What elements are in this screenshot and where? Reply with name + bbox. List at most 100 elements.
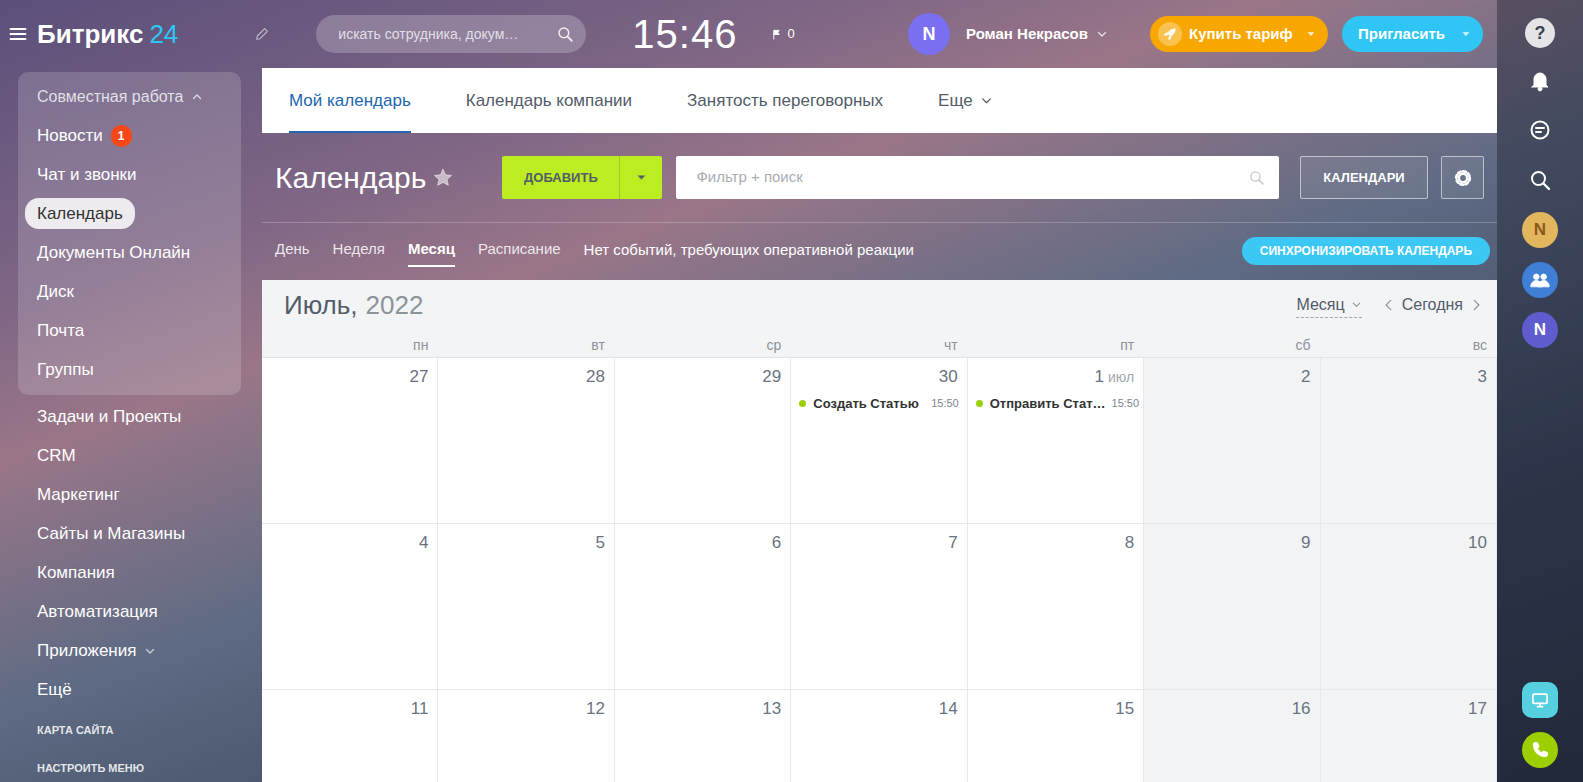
day-cell[interactable]: 27 — [262, 358, 438, 524]
calendar-event[interactable]: Создать Статью15:50 — [791, 392, 966, 416]
next-icon[interactable] — [1469, 298, 1483, 312]
buy-tariff-button[interactable]: Купить тариф — [1150, 16, 1328, 52]
previous-icon[interactable] — [1382, 298, 1396, 312]
day-cell[interactable]: 16 — [1144, 690, 1320, 782]
sidebar-group-header[interactable]: Совместная работа — [18, 78, 241, 116]
sidebar-item[interactable]: Почта — [18, 311, 241, 350]
calendar-tab[interactable]: Мой календарь — [289, 68, 411, 133]
sidebar-item-label[interactable]: Задачи и Проекты — [37, 404, 181, 430]
sidebar-item[interactable]: Приложения — [18, 631, 241, 670]
logo-name: Битрикс — [37, 19, 143, 49]
day-cell[interactable]: 11 — [262, 690, 438, 782]
view-tab[interactable]: Расписание — [478, 234, 561, 267]
sidebar-item-label[interactable]: Календарь — [25, 198, 135, 230]
chat-button[interactable] — [1522, 112, 1558, 148]
search-button[interactable] — [1522, 162, 1558, 198]
sidebar-item-label[interactable]: Документы Онлайн — [37, 240, 190, 266]
menu-icon[interactable] — [8, 24, 28, 44]
sidebar-item[interactable]: CRM — [18, 436, 241, 475]
sidebar-footer: КАРТА САЙТА НАСТРОИТЬ МЕНЮ — [18, 722, 241, 776]
day-cell[interactable]: 6 — [615, 524, 791, 690]
day-cell[interactable]: 4 — [262, 524, 438, 690]
settings-button[interactable] — [1441, 156, 1484, 199]
day-cell[interactable]: 1июлОтправить Стат…15:50 — [968, 358, 1144, 524]
sidebar-item[interactable]: Маркетинг — [18, 475, 241, 514]
sidebar-item-label[interactable]: Новости — [37, 123, 103, 149]
day-cell[interactable]: 29 — [615, 358, 791, 524]
view-tab[interactable]: День — [275, 234, 310, 267]
help-button[interactable]: ? — [1525, 18, 1555, 48]
calendars-button[interactable]: КАЛЕНДАРИ — [1300, 156, 1428, 199]
calendar-tab[interactable]: Календарь компании — [466, 68, 632, 133]
day-cell[interactable]: 5 — [438, 524, 614, 690]
sidebar-item[interactable]: Группы — [18, 350, 241, 389]
calendar-tab[interactable]: Занятость переговорных — [687, 68, 883, 133]
contact-avatar[interactable]: N — [1522, 212, 1558, 248]
invite-button[interactable]: Пригласить — [1342, 16, 1483, 52]
day-cell[interactable]: 2 — [1144, 358, 1320, 524]
add-button-group: ДОБАВИТЬ — [502, 156, 662, 199]
calendar-tab[interactable]: Еще — [938, 68, 993, 133]
sidebar-item-label[interactable]: Группы — [37, 357, 94, 383]
sidebar-item-label[interactable]: Сайты и Магазины — [37, 521, 185, 547]
sidebar-item[interactable]: Автоматизация — [18, 592, 241, 631]
sidebar-item-label[interactable]: Автоматизация — [37, 599, 158, 625]
add-dropdown-button[interactable] — [620, 156, 662, 199]
calendar-event[interactable]: Отправить Стат…15:50 — [968, 392, 1143, 416]
user-avatar[interactable]: N — [908, 13, 950, 55]
day-cell[interactable]: 12 — [438, 690, 614, 782]
sidebar-item-label[interactable]: Приложения — [37, 638, 136, 664]
day-cell[interactable]: 14 — [791, 690, 967, 782]
group-chat-button[interactable] — [1522, 262, 1558, 298]
day-cell[interactable]: 3 — [1321, 358, 1497, 524]
contact-avatar[interactable]: N — [1522, 312, 1558, 348]
filter-input[interactable] — [694, 165, 1248, 190]
sidebar-item[interactable]: Диск — [18, 272, 241, 311]
day-cell[interactable]: 17 — [1321, 690, 1497, 782]
view-tab[interactable]: Месяц — [408, 234, 455, 267]
today-button[interactable]: Сегодня — [1402, 293, 1463, 317]
sync-calendar-button[interactable]: СИНХРОНИЗИРОВАТЬ КАЛЕНДАРЬ — [1242, 237, 1490, 265]
notifications-button[interactable] — [1522, 62, 1558, 98]
sidebar-item-label[interactable]: Почта — [37, 318, 84, 344]
day-cell[interactable]: 9 — [1144, 524, 1320, 690]
day-cell[interactable]: 10 — [1321, 524, 1497, 690]
view-select[interactable]: Месяц — [1296, 293, 1361, 318]
add-button[interactable]: ДОБАВИТЬ — [502, 156, 620, 199]
screen-button[interactable] — [1522, 682, 1558, 718]
sidebar-item-label[interactable]: Ещё — [37, 677, 72, 703]
sidebar-item[interactable]: Календарь — [18, 194, 241, 233]
user-menu[interactable]: N Роман Некрасов — [908, 13, 1108, 55]
sidebar-item[interactable]: Компания — [18, 553, 241, 592]
sidebar-item[interactable]: Сайты и Магазины — [18, 514, 241, 553]
sidebar-item[interactable]: Документы Онлайн — [18, 233, 241, 272]
sidebar-footer-link[interactable]: НАСТРОИТЬ МЕНЮ — [37, 760, 241, 777]
user-name[interactable]: Роман Некрасов — [966, 23, 1088, 46]
sidebar-footer-link[interactable]: КАРТА САЙТА — [37, 722, 241, 739]
caret-icon — [636, 172, 647, 183]
sidebar-item-label[interactable]: Маркетинг — [37, 482, 120, 508]
logo[interactable]: Битрикс24 — [37, 15, 178, 54]
sidebar-item-label[interactable]: Компания — [37, 560, 115, 586]
day-cell[interactable]: 8 — [968, 524, 1144, 690]
day-cell[interactable]: 28 — [438, 358, 614, 524]
search-input[interactable] — [336, 23, 556, 46]
pencil-icon[interactable] — [254, 26, 270, 42]
sidebar-item[interactable]: Новости1 — [18, 116, 241, 155]
flag-counter[interactable]: 0 — [771, 24, 794, 44]
sidebar-item-label[interactable]: Чат и звонки — [37, 162, 137, 188]
sidebar-item[interactable]: Чат и звонки — [18, 155, 241, 194]
clock[interactable]: 15:46 — [632, 4, 737, 64]
sidebar-item[interactable]: Ещё — [18, 670, 241, 709]
sidebar-item-label[interactable]: CRM — [37, 443, 76, 469]
top-tabs: Мой календарь Календарь компании Занятость… — [262, 68, 1497, 133]
call-button[interactable] — [1522, 732, 1558, 768]
view-tab[interactable]: Неделя — [333, 234, 385, 267]
sidebar-item[interactable]: Задачи и Проекты — [18, 397, 241, 436]
day-cell[interactable]: 30Создать Статью15:50 — [791, 358, 967, 524]
day-cell[interactable]: 7 — [791, 524, 967, 690]
star-icon[interactable] — [432, 167, 454, 189]
day-cell[interactable]: 13 — [615, 690, 791, 782]
sidebar-item-label[interactable]: Диск — [37, 279, 74, 305]
day-cell[interactable]: 15 — [968, 690, 1144, 782]
